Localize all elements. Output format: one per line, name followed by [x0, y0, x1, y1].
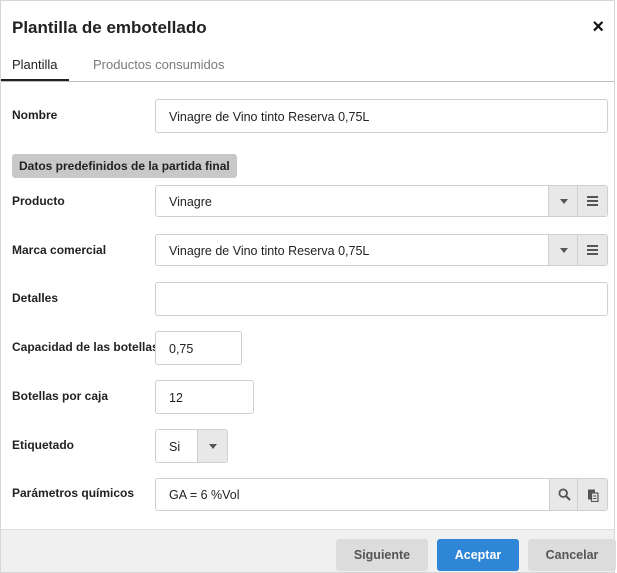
caret-down-icon — [559, 247, 568, 253]
etiquetado-label: Etiquetado — [12, 438, 74, 452]
botellas-label: Botellas por caja — [12, 389, 109, 403]
capacidad-value: 0,75 — [169, 342, 194, 356]
tab-productos-consumidos[interactable]: Productos consumidos — [93, 57, 225, 80]
parametros-value: GA = 6 %Vol — [169, 488, 240, 502]
parametros-label: Parámetros químicos — [12, 486, 135, 500]
marca-list-button[interactable] — [577, 235, 607, 265]
nombre-value: Vinagre de Vino tinto Reserva 0,75L — [169, 110, 370, 124]
tab-bar: Plantilla Productos consumidos — [1, 51, 614, 82]
paste-icon — [587, 489, 599, 502]
parametros-search-button[interactable] — [549, 479, 579, 510]
detalles-label: Detalles — [12, 291, 59, 305]
aceptar-button[interactable]: Aceptar — [437, 539, 519, 571]
section-badge: Datos predefinidos de la partida final — [12, 154, 237, 178]
tab-plantilla[interactable]: Plantilla — [1, 57, 69, 81]
etiquetado-value: Si — [169, 440, 181, 454]
parametros-paste-button[interactable] — [577, 479, 607, 510]
capacidad-label: Capacidad de las botellas — [12, 340, 159, 354]
search-icon — [558, 488, 571, 501]
close-icon[interactable]: × — [592, 17, 604, 37]
dialog-footer: Siguiente Aceptar Cancelar — [1, 529, 616, 572]
cancelar-button[interactable]: Cancelar — [528, 539, 616, 571]
detalles-input[interactable] — [155, 282, 608, 316]
nombre-input[interactable]: Vinagre de Vino tinto Reserva 0,75L — [155, 99, 608, 133]
caret-down-icon — [208, 443, 217, 449]
list-icon — [587, 243, 598, 257]
botellas-value: 12 — [169, 391, 183, 405]
dialog-title: Plantilla de embotellado — [12, 18, 207, 37]
list-icon — [587, 194, 598, 208]
nombre-label: Nombre — [12, 108, 58, 122]
marca-dropdown-button[interactable] — [548, 235, 578, 265]
botellas-input[interactable]: 12 — [155, 380, 254, 414]
etiquetado-select[interactable]: Si — [155, 429, 228, 463]
marca-select[interactable]: Vinagre de Vino tinto Reserva 0,75L — [155, 234, 608, 266]
producto-value: Vinagre — [169, 195, 212, 209]
producto-select[interactable]: Vinagre — [155, 185, 608, 217]
caret-down-icon — [559, 198, 568, 204]
form-body: Nombre Vinagre de Vino tinto Reserva 0,7… — [1, 82, 614, 532]
etiquetado-dropdown-button[interactable] — [197, 430, 227, 462]
capacidad-input[interactable]: 0,75 — [155, 331, 242, 365]
siguiente-button[interactable]: Siguiente — [336, 539, 428, 571]
parametros-input[interactable]: GA = 6 %Vol — [155, 478, 608, 511]
producto-label: Producto — [12, 194, 65, 208]
dialog-header: Plantilla de embotellado × — [1, 1, 614, 51]
bottling-template-dialog: Plantilla de embotellado × Plantilla Pro… — [0, 0, 616, 573]
producto-list-button[interactable] — [577, 186, 607, 216]
marca-label: Marca comercial — [12, 243, 107, 257]
producto-dropdown-button[interactable] — [548, 186, 578, 216]
marca-value: Vinagre de Vino tinto Reserva 0,75L — [169, 244, 370, 258]
